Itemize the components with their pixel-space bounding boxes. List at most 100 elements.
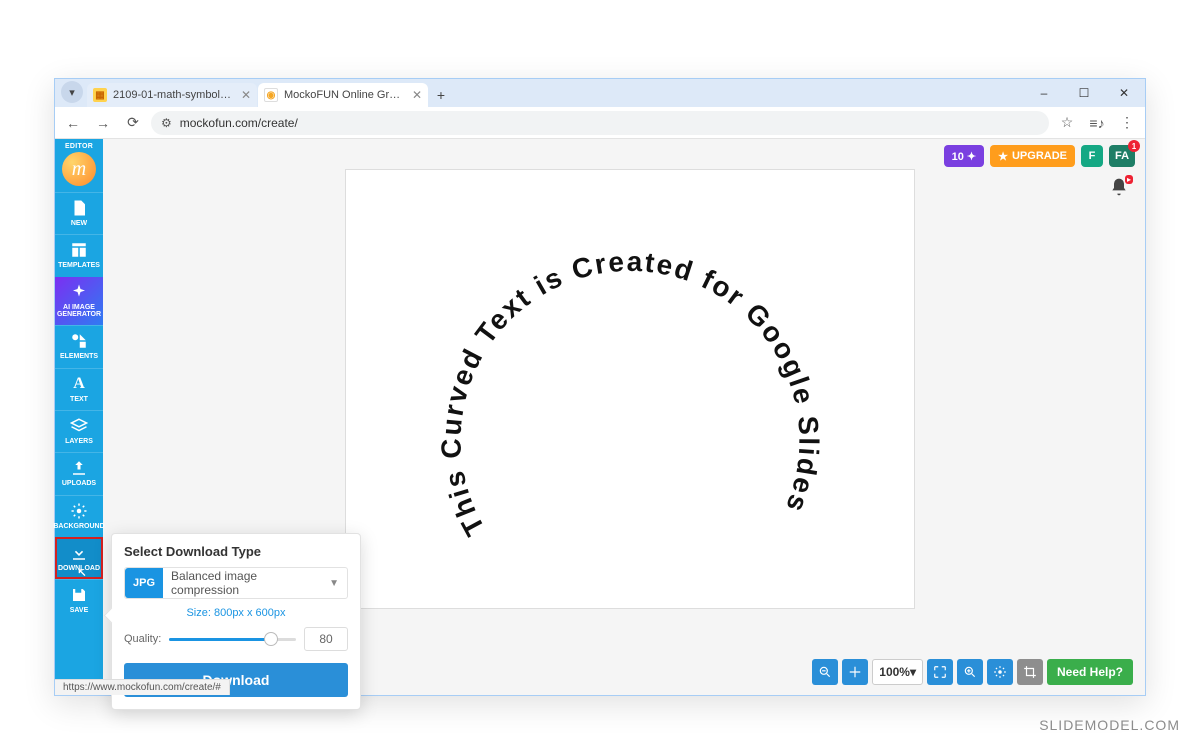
avatar-badge: 1 (1128, 140, 1140, 152)
credits-label: 10 ✦ (952, 150, 977, 163)
help-button[interactable]: Need Help? (1047, 659, 1133, 685)
design-canvas[interactable]: This Curved Text is Created for Google S… (345, 169, 915, 609)
fullscreen-button[interactable] (927, 659, 953, 685)
quality-row: Quality: 80 (124, 627, 348, 651)
user-avatar-2[interactable]: FA 1 (1109, 145, 1135, 167)
watermark-text: SLIDEMODEL.COM (1039, 717, 1180, 733)
nav-forward-button[interactable]: → (91, 111, 115, 135)
window-minimize-button[interactable]: – (1024, 80, 1064, 106)
layers-icon (70, 417, 88, 435)
avatar-initial: F (1089, 150, 1096, 162)
file-icon (70, 199, 88, 217)
close-tab-icon[interactable]: ✕ (412, 88, 422, 102)
sidebar-item-elements[interactable]: ELEMENTS (55, 325, 103, 367)
slides-favicon-icon: ▦ (93, 88, 107, 102)
quality-slider[interactable] (169, 631, 296, 647)
zoom-in-button[interactable] (957, 659, 983, 685)
zoom-out-button[interactable] (812, 659, 838, 685)
fullscreen-icon (933, 665, 947, 679)
sidebar-item-background[interactable]: BACKGROUND (55, 495, 103, 537)
star-icon: ★ (998, 150, 1008, 163)
svg-text:This Curved Text is Created fo: This Curved Text is Created for Google S… (435, 246, 824, 541)
quality-label: Quality: (124, 633, 161, 645)
browser-address-bar: ← → ⟳ ⚙ mockofun.com/create/ ☆ ≡♪ ⋮ (55, 107, 1145, 139)
url-input[interactable]: ⚙ mockofun.com/create/ (151, 111, 1049, 135)
site-settings-icon[interactable]: ⚙ (161, 116, 172, 130)
gear-icon (993, 665, 1007, 679)
text-icon: A (70, 375, 88, 393)
nav-reload-button[interactable]: ⟳ (121, 111, 145, 135)
cursor-icon: ↖ (77, 566, 86, 579)
mockofun-favicon-icon: ◉ (264, 88, 278, 102)
save-icon (70, 586, 88, 604)
sidebar-item-label: LAYERS (65, 438, 93, 445)
tab-search-button[interactable]: ▾ (61, 81, 83, 103)
canvas-settings-button[interactable] (987, 659, 1013, 685)
quality-value-input[interactable]: 80 (304, 627, 348, 651)
app-workspace: EDITOR m NEW TEMPLATES AI IMAGE GENERATO… (55, 139, 1145, 695)
tab-title: 2109-01-math-symbols-powerp (113, 89, 235, 101)
sidebar-item-text[interactable]: A TEXT (55, 368, 103, 410)
app-logo-icon[interactable]: m (62, 152, 96, 186)
sidebar-item-templates[interactable]: TEMPLATES (55, 234, 103, 276)
avatar-initial: FA (1115, 150, 1129, 162)
upgrade-label: UPGRADE (1012, 150, 1067, 162)
status-bar-link: https://www.mockofun.com/create/# (55, 679, 230, 695)
notification-badge: ▸ (1125, 175, 1133, 184)
download-icon (70, 544, 88, 562)
sidebar-item-download[interactable]: DOWNLOAD ↖ (55, 537, 103, 579)
user-avatar-1[interactable]: F (1081, 145, 1103, 167)
upload-icon (70, 459, 88, 477)
curved-text-element[interactable]: This Curved Text is Created for Google S… (346, 170, 914, 608)
sidebar-item-new[interactable]: NEW (55, 192, 103, 234)
shapes-icon (70, 332, 88, 350)
bookmark-star-icon[interactable]: ☆ (1055, 111, 1079, 135)
media-control-icon[interactable]: ≡♪ (1085, 111, 1109, 135)
browser-tabstrip: ▾ ▦ 2109-01-math-symbols-powerp ✕ ◉ Mock… (55, 79, 1145, 107)
credits-pill[interactable]: 10 ✦ (944, 145, 985, 167)
sidebar-item-uploads[interactable]: UPLOADS (55, 452, 103, 494)
editor-sidebar: EDITOR m NEW TEMPLATES AI IMAGE GENERATO… (55, 139, 103, 695)
zoom-percent-dropdown[interactable]: 100%▾ (872, 659, 923, 685)
slider-fill (169, 638, 270, 641)
sidebar-item-ai-image-generator[interactable]: AI IMAGE GENERATOR (55, 277, 103, 326)
notifications-button[interactable]: ▸ (1109, 177, 1129, 202)
window-controls: – ☐ ✕ (1024, 80, 1144, 106)
browser-tab-1[interactable]: ▦ 2109-01-math-symbols-powerp ✕ (87, 83, 257, 107)
sidebar-item-label: UPLOADS (62, 480, 96, 487)
browser-tab-2[interactable]: ◉ MockoFUN Online Graphic Des ✕ (258, 83, 428, 107)
sidebar-item-label: NEW (71, 220, 87, 227)
slider-knob[interactable] (264, 632, 278, 646)
sidebar-item-save[interactable]: SAVE (55, 579, 103, 621)
zoom-in-icon (963, 665, 977, 679)
sidebar-item-label: TEXT (70, 396, 88, 403)
upgrade-button[interactable]: ★ UPGRADE (990, 145, 1075, 167)
close-tab-icon[interactable]: ✕ (241, 88, 251, 102)
canvas-toolbar: 100%▾ Need Help? (812, 659, 1133, 685)
window-close-button[interactable]: ✕ (1104, 80, 1144, 106)
popover-title: Select Download Type (124, 544, 348, 559)
download-size-label: Size: 800px x 600px (124, 607, 348, 619)
tab-title: MockoFUN Online Graphic Des (284, 89, 406, 101)
crop-icon (1023, 665, 1037, 679)
app-header-actions: 10 ✦ ★ UPGRADE F FA 1 (944, 145, 1135, 167)
nav-back-button[interactable]: ← (61, 111, 85, 135)
fit-screen-button[interactable] (842, 659, 868, 685)
chevron-down-icon: ▼ (321, 578, 347, 589)
sidebar-header: EDITOR (55, 139, 103, 152)
browser-menu-button[interactable]: ⋮ (1115, 111, 1139, 135)
sidebar-item-label: AI IMAGE GENERATOR (55, 304, 103, 319)
sparkle-icon (70, 283, 88, 301)
new-tab-button[interactable]: + (429, 83, 453, 107)
crop-button[interactable] (1017, 659, 1043, 685)
url-text: mockofun.com/create/ (180, 116, 298, 130)
sidebar-item-layers[interactable]: LAYERS (55, 410, 103, 452)
window-maximize-button[interactable]: ☐ (1064, 80, 1104, 106)
download-format-dropdown[interactable]: JPG Balanced image compression ▼ (124, 567, 348, 599)
format-description: Balanced image compression (163, 569, 321, 597)
help-label: Need Help? (1057, 665, 1123, 679)
sidebar-item-label: TEMPLATES (58, 262, 100, 269)
fit-icon (848, 665, 862, 679)
sidebar-item-label: SAVE (70, 607, 89, 614)
zoom-out-icon (818, 665, 832, 679)
